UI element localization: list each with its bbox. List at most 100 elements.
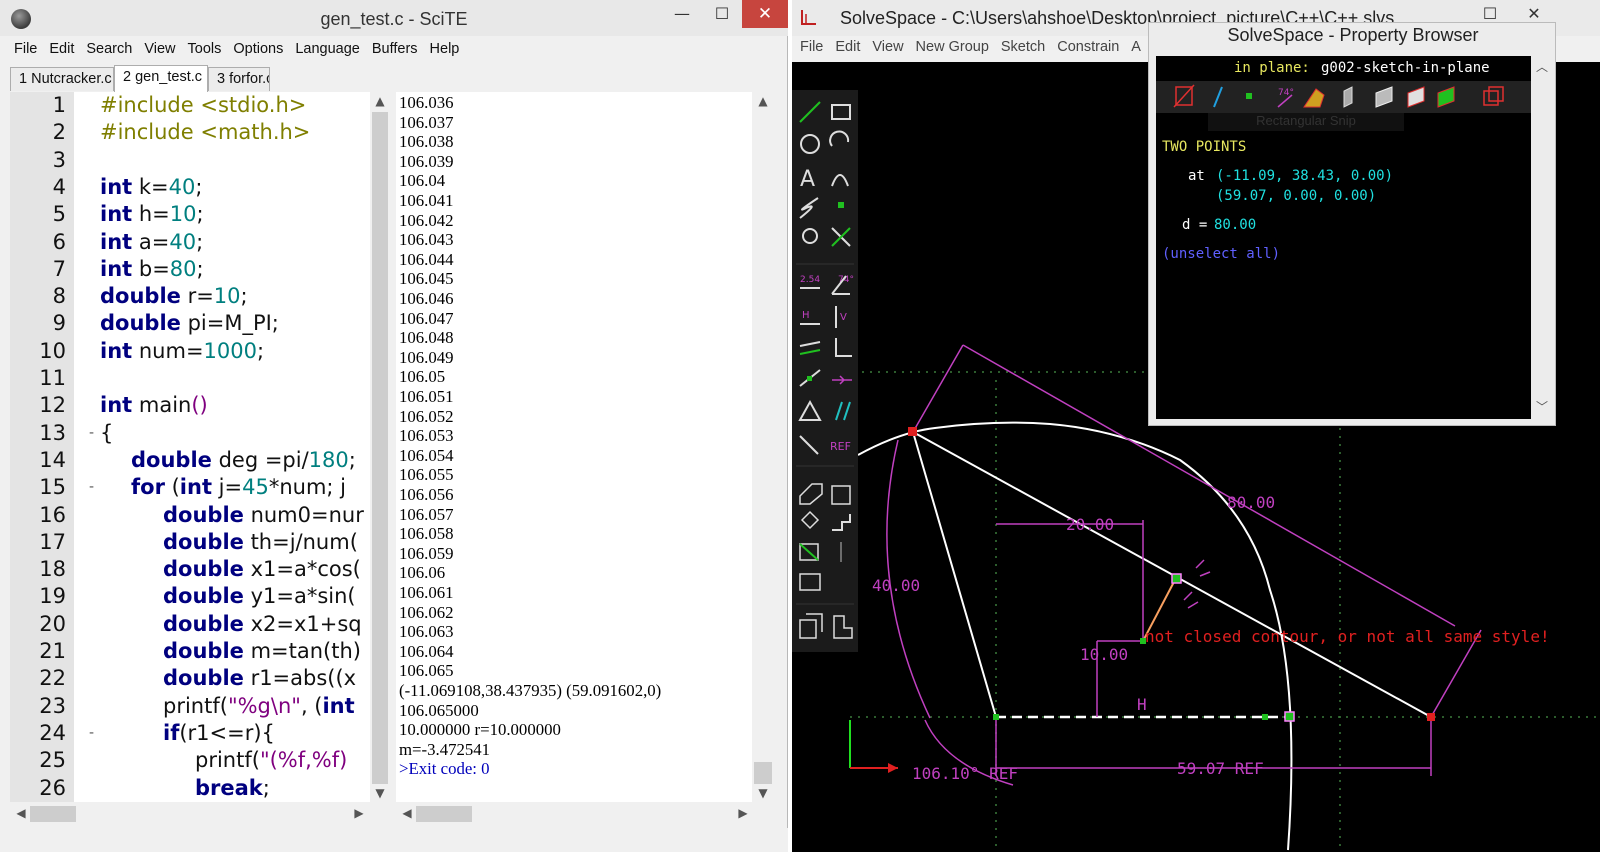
output-pane[interactable]: 106.036 106.037 106.038 106.039 106.04 106.04… — [396, 92, 752, 802]
menu-file[interactable]: File — [0, 38, 43, 57]
scroll-left-arrow-icon[interactable]: ◀ — [12, 806, 30, 820]
arc-tool-icon — [829, 130, 850, 147]
menu-sketch[interactable]: Sketch — [995, 36, 1051, 55]
label-angle[interactable]: 106.10° REF — [912, 764, 1018, 783]
distance-label: d = — [1182, 217, 1208, 233]
fold-marker[interactable]: - — [89, 474, 94, 501]
menu-edit[interactable]: Edit — [43, 38, 80, 57]
scroll-left-arrow-icon[interactable]: ◀ — [398, 806, 416, 820]
line-number: 4 — [52, 174, 66, 199]
menu-analyze[interactable]: A — [1125, 36, 1147, 55]
scroll-down-arrow-icon[interactable]: ▼ — [371, 786, 389, 800]
output-line: 106.045 — [399, 269, 454, 289]
in-plane-value[interactable]: g002-sketch-in-plane — [1321, 60, 1490, 76]
label-59[interactable]: 59.07 REF — [1177, 759, 1264, 778]
output-vertical-scroll-thumb[interactable] — [754, 762, 772, 784]
output-horizontal-scroll-thumb[interactable] — [416, 806, 472, 822]
menu-options[interactable]: Options — [227, 38, 289, 57]
tab-gen-test[interactable]: 2 gen_test.c — [114, 65, 208, 92]
scroll-up-arrow-icon[interactable]: ▲ — [371, 94, 389, 108]
output-line: (-11.069108,38.437935) (59.091602,0) — [399, 681, 662, 700]
text-tool-icon: A — [800, 167, 815, 192]
output-line: 106.046 — [399, 289, 454, 308]
output-line: 106.058 — [399, 524, 454, 544]
point-green — [1284, 711, 1295, 722]
fold-marker[interactable]: - — [89, 420, 94, 447]
label-80[interactable]: 80.00 — [1227, 493, 1275, 512]
code-line: #include <math.h> — [100, 120, 311, 145]
menu-search[interactable]: Search — [80, 38, 138, 57]
solvespace-logo-icon — [801, 10, 816, 25]
link-line-a — [912, 431, 997, 718]
label-horizontal[interactable]: H — [1137, 695, 1147, 714]
line-number: 26 — [39, 775, 66, 800]
maximize-button[interactable]: ☐ — [702, 0, 742, 28]
unselect-all-link[interactable]: (unselect all) — [1162, 246, 1280, 262]
menu-edit[interactable]: Edit — [829, 36, 866, 55]
line-number: 19 — [39, 584, 66, 609]
code-line: double r1=abs((x — [163, 666, 357, 691]
scroll-up-arrow-icon[interactable]: ︿ — [1533, 58, 1551, 75]
line-number: 2 — [52, 120, 66, 145]
line-number: 18 — [39, 557, 66, 582]
scroll-right-arrow-icon[interactable]: ▶ — [734, 806, 752, 820]
menu-help[interactable]: Help — [424, 38, 466, 57]
menu-file[interactable]: File — [792, 36, 829, 55]
in-plane-label: in plane: — [1234, 60, 1310, 76]
output-line: 106.057 — [399, 504, 454, 524]
menu-view[interactable]: View — [138, 38, 181, 57]
menu-view[interactable]: View — [866, 36, 909, 55]
line-number: 17 — [39, 529, 66, 554]
scroll-up-arrow-icon[interactable]: ▲ — [754, 94, 772, 108]
midpoint-constraint-icon — [832, 375, 852, 385]
status-bar — [0, 828, 788, 852]
line-number: 23 — [39, 693, 66, 718]
output-line: 106.065000 — [399, 700, 479, 720]
workplane-view-icon — [799, 483, 823, 505]
label-10[interactable]: 10.00 — [1080, 645, 1128, 664]
scite-window: gen_test.c - SciTE — ☐ ✕ File Edit Search V… — [0, 0, 788, 852]
editor-vertical-scroll-thumb[interactable] — [372, 112, 388, 784]
output-line: m=-3.472541 — [399, 739, 491, 759]
code-line: double pi=M_PI; — [100, 311, 279, 336]
code-line: double x2=x1+sq — [163, 611, 362, 636]
menu-constrain[interactable]: Constrain — [1051, 36, 1125, 55]
output-vertical-scrollbar[interactable] — [752, 92, 774, 802]
line-number: 9 — [52, 311, 66, 336]
shaded-toggle-icon — [1343, 86, 1353, 108]
line-tool-icon — [799, 101, 821, 123]
code-line: double m=tan(th) — [163, 639, 361, 663]
line-number: 13 — [39, 420, 66, 445]
scroll-down-arrow-icon[interactable]: ﹀ — [1533, 398, 1551, 415]
scroll-down-arrow-icon[interactable]: ▼ — [754, 786, 772, 800]
minimize-button[interactable]: — — [662, 0, 702, 28]
code-line: int num=1000; — [100, 338, 265, 363]
horizontal-constraint-icon: H — [802, 310, 810, 321]
paste-icon — [833, 615, 853, 639]
property-browser-content[interactable]: in plane: g002-sketch-in-plane 74° Recta… — [1156, 56, 1531, 419]
line-number: 3 — [52, 147, 66, 172]
output-line: 106.056 — [399, 485, 454, 504]
menu-new-group[interactable]: New Group — [910, 36, 995, 55]
output-line: 106.049 — [399, 347, 454, 367]
menu-buffers[interactable]: Buffers — [366, 38, 424, 57]
tab-nutcracker[interactable]: 1 Nutcracker.c — [10, 67, 114, 91]
point-green — [1171, 573, 1182, 584]
code-editor[interactable]: 1 2 3 4 5 6 7 8 9 10 11 12 13 14 15 16 1… — [10, 92, 370, 802]
tab-forfor[interactable]: 3 forfor.c — [208, 67, 270, 91]
label-20[interactable]: 20.00 — [1066, 515, 1114, 534]
section-heading: TWO POINTS — [1162, 139, 1247, 155]
label-40[interactable]: 40.00 — [872, 576, 920, 595]
workplane-tool-icon — [802, 228, 818, 244]
error-message: not closed contour, or not all same styl… — [1145, 627, 1550, 646]
menu-language[interactable]: Language — [289, 38, 366, 57]
code-line: double th=j/num( — [163, 529, 358, 554]
property-browser-scrollbar[interactable]: ︿ ﹀ — [1532, 56, 1552, 419]
line-number: 8 — [52, 284, 66, 309]
fold-marker[interactable]: - — [89, 720, 94, 747]
menu-tools[interactable]: Tools — [182, 38, 228, 57]
scroll-right-arrow-icon[interactable]: ▶ — [350, 806, 368, 820]
editor-horizontal-scroll-thumb[interactable] — [30, 806, 76, 822]
close-button[interactable]: ✕ — [742, 0, 788, 28]
tooltip: Rectangular Snip — [1208, 113, 1404, 131]
